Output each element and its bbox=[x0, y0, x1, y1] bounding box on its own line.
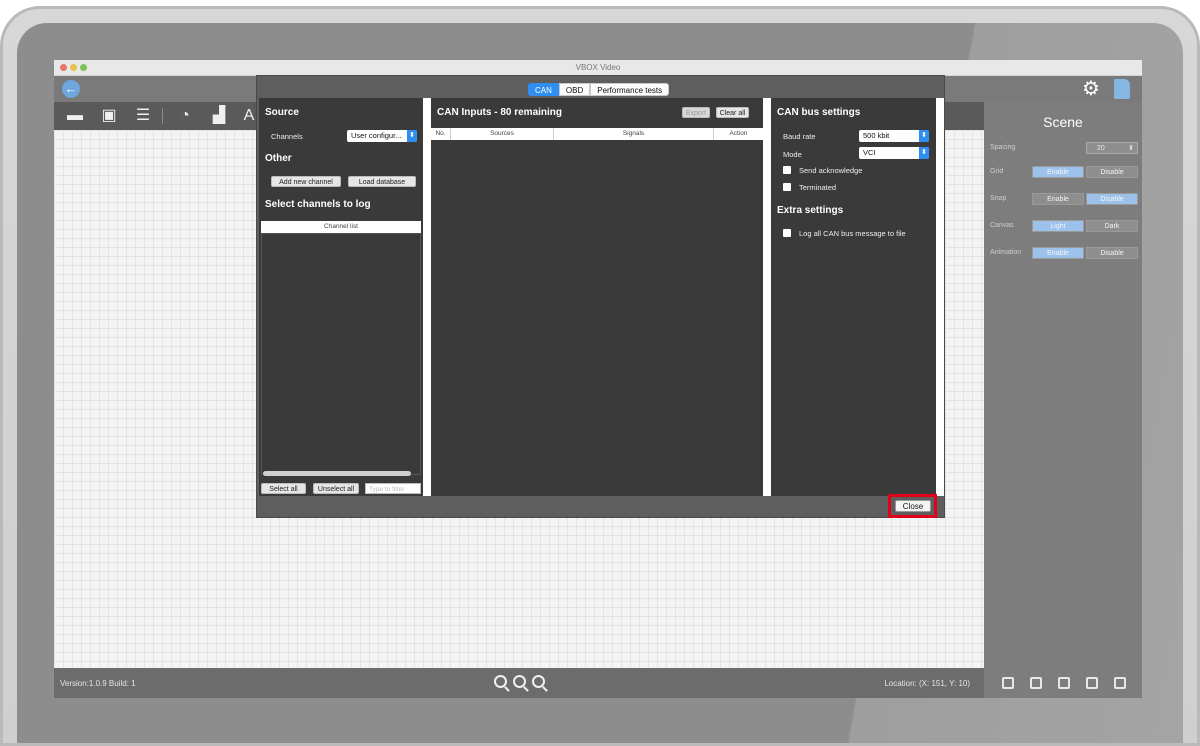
spacing-label: Spacing bbox=[990, 144, 1016, 151]
list-icon[interactable]: ☰ bbox=[134, 107, 152, 125]
can-inputs-table-header: No. Sources Signals Action bbox=[431, 128, 763, 140]
sd-card-icon[interactable] bbox=[1114, 79, 1130, 99]
column-action[interactable]: Action bbox=[714, 128, 763, 140]
clear-all-button[interactable]: Clear all bbox=[716, 107, 749, 118]
snap-disable-button[interactable]: Disable bbox=[1086, 193, 1138, 205]
filter-input[interactable]: Type to filter bbox=[365, 483, 421, 494]
mode-dropdown[interactable]: VCI ⬍ bbox=[859, 147, 929, 159]
channels-value: User configur... bbox=[351, 131, 402, 140]
folder-icon[interactable]: ▬ bbox=[66, 107, 84, 125]
close-window-button[interactable] bbox=[60, 64, 67, 71]
log-all-label: Log all CAN bus message to file bbox=[799, 229, 906, 238]
chevron-updown-icon: ⬍ bbox=[407, 130, 417, 142]
canvas-light-button[interactable]: Light bbox=[1032, 220, 1084, 232]
tab-can[interactable]: CAN bbox=[528, 83, 559, 96]
select-all-button[interactable]: Select all bbox=[261, 483, 306, 494]
send-acknowledge-checkbox[interactable] bbox=[783, 166, 791, 174]
snap-label: Snap bbox=[990, 195, 1007, 202]
spacing-stepper[interactable]: 20 bbox=[1086, 142, 1138, 154]
tab-obd[interactable]: OBD bbox=[558, 83, 591, 96]
terminated-checkbox[interactable] bbox=[783, 183, 791, 191]
other-heading: Other bbox=[265, 153, 292, 164]
zoom-in-icon[interactable] bbox=[494, 675, 507, 688]
window-title: VBOX Video bbox=[575, 63, 621, 72]
select-channels-heading: Select channels to log bbox=[265, 199, 371, 210]
close-button-highlight bbox=[888, 494, 937, 518]
send-backward-icon[interactable] bbox=[1030, 677, 1042, 689]
snap-enable-button[interactable]: Enable bbox=[1032, 193, 1084, 205]
grid-disable-button[interactable]: Disable bbox=[1086, 166, 1138, 178]
panel-divider bbox=[936, 98, 944, 496]
scene-row-snap: Snap Enable Disable bbox=[990, 193, 1140, 205]
chevron-updown-icon: ⬍ bbox=[919, 130, 929, 142]
scene-row-canvas: Canvas Light Dark bbox=[990, 220, 1140, 232]
column-sources[interactable]: Sources bbox=[451, 128, 554, 140]
gear-icon[interactable]: ⚙ bbox=[1080, 78, 1102, 100]
scene-row-grid: Grid Enable Disable bbox=[990, 166, 1140, 178]
can-inputs-panel: CAN Inputs - 80 remaining Export Clear a… bbox=[431, 98, 763, 496]
baud-rate-value: 500 kbit bbox=[863, 131, 890, 140]
save-layout-icon[interactable] bbox=[1114, 677, 1126, 689]
column-no[interactable]: No. bbox=[431, 128, 451, 140]
status-bar: Version:1.0.9 Build: 1 Location: (X: 151… bbox=[54, 668, 984, 698]
channels-dropdown[interactable]: User configur... ⬍ bbox=[347, 130, 417, 142]
terminated-label: Terminated bbox=[799, 183, 837, 192]
gauge-icon[interactable]: ◔ bbox=[176, 107, 194, 125]
animation-label: Animation bbox=[990, 249, 1022, 256]
source-heading: Source bbox=[265, 107, 299, 118]
bottom-tools bbox=[984, 668, 1142, 698]
minimize-window-button[interactable] bbox=[70, 64, 77, 71]
version-label: Version:1.0.9 Build: 1 bbox=[60, 679, 136, 688]
animation-enable-button[interactable]: Enable bbox=[1032, 247, 1084, 259]
scene-row-animation: Animation Enable Disable bbox=[990, 247, 1140, 259]
canvas-dark-button[interactable]: Dark bbox=[1086, 220, 1138, 232]
channel-list[interactable] bbox=[261, 233, 421, 475]
baud-rate-dropdown[interactable]: 500 kbit ⬍ bbox=[859, 130, 929, 142]
maximize-window-button[interactable] bbox=[80, 64, 87, 71]
zoom-controls bbox=[494, 675, 549, 690]
chevron-updown-icon: ⬍ bbox=[919, 147, 929, 159]
scene-title: Scene bbox=[1043, 114, 1083, 130]
toolbar-divider bbox=[162, 108, 163, 124]
channel-list-scrollbar[interactable] bbox=[263, 471, 411, 476]
zoom-out-icon[interactable] bbox=[532, 675, 546, 688]
can-bus-settings-panel: CAN bus settings Baud rate 500 kbit ⬍ Mo… bbox=[771, 98, 936, 496]
export-button[interactable]: Export bbox=[682, 107, 710, 118]
grid-label: Grid bbox=[990, 168, 1004, 175]
scene-panel: Scene Spacing 20 Grid Enable Disable Sna… bbox=[984, 102, 1142, 698]
back-arrow-icon[interactable]: ← bbox=[62, 80, 80, 98]
title-bar: VBOX Video bbox=[54, 60, 1142, 76]
panel-divider bbox=[423, 98, 431, 496]
panel-divider bbox=[763, 98, 771, 496]
fit-icon[interactable] bbox=[1058, 677, 1070, 689]
animation-disable-button[interactable]: Disable bbox=[1086, 247, 1138, 259]
dialog-tabs: CAN OBD Performance tests bbox=[528, 83, 670, 96]
grid-enable-button[interactable]: Enable bbox=[1032, 166, 1084, 178]
canvas-label: Canvas bbox=[990, 222, 1014, 229]
tab-performance-tests[interactable]: Performance tests bbox=[590, 83, 670, 96]
save-icon[interactable]: ▣ bbox=[100, 107, 118, 125]
channels-label: Channels bbox=[271, 132, 303, 141]
location-readout: Location: (X: 151, Y: 10) bbox=[884, 679, 970, 688]
zoom-reset-icon[interactable] bbox=[513, 675, 527, 688]
baud-rate-label: Baud rate bbox=[783, 132, 816, 141]
duplicate-icon[interactable] bbox=[1086, 677, 1098, 689]
source-panel: Source Channels User configur... ⬍ Other… bbox=[259, 98, 423, 496]
scene-row-spacing: Spacing 20 bbox=[990, 142, 1140, 154]
column-signals[interactable]: Signals bbox=[554, 128, 714, 140]
send-acknowledge-label: Send acknowledge bbox=[799, 166, 863, 175]
extra-settings-heading: Extra settings bbox=[777, 205, 844, 216]
add-new-channel-button[interactable]: Add new channel bbox=[271, 176, 341, 187]
bring-forward-icon[interactable] bbox=[1002, 677, 1014, 689]
unselect-all-button[interactable]: Unselect all bbox=[313, 483, 359, 494]
mode-label: Mode bbox=[783, 150, 802, 159]
log-all-checkbox[interactable] bbox=[783, 229, 791, 237]
channel-list-header: Channel list bbox=[261, 221, 421, 233]
bar-chart-icon[interactable]: ▟ bbox=[210, 107, 228, 125]
can-settings-dialog: CAN OBD Performance tests Source Channel… bbox=[256, 75, 945, 518]
mode-value: VCI bbox=[863, 148, 876, 157]
can-inputs-heading: CAN Inputs - 80 remaining bbox=[437, 107, 563, 118]
can-bus-heading: CAN bus settings bbox=[777, 107, 861, 118]
load-database-button[interactable]: Load database bbox=[348, 176, 416, 187]
